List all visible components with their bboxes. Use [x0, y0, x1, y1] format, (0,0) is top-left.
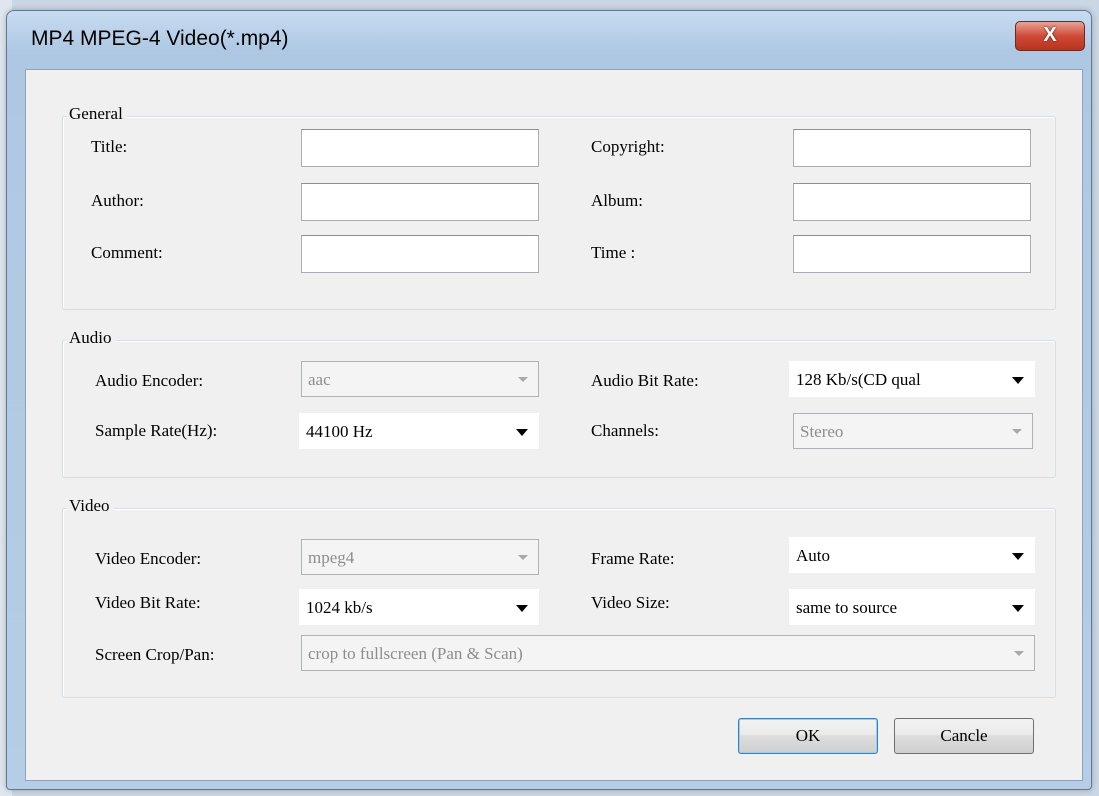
time-field[interactable] — [793, 235, 1031, 273]
audio-group: Audio Audio Encoder: aac Audio Bit Rate:… — [62, 328, 1056, 478]
channels-select[interactable]: Stereo — [793, 413, 1033, 449]
frame-rate-label: Frame Rate: — [591, 549, 675, 568]
copyright-label: Copyright: — [591, 137, 665, 156]
dialog-client-area: General Title: Copyright: Author: Album:… — [25, 69, 1083, 781]
general-group-label: General — [67, 104, 127, 124]
video-encoder-label: Video Encoder: — [95, 549, 202, 568]
close-icon: X — [1043, 24, 1057, 46]
chevron-down-icon — [1012, 553, 1024, 560]
title-label: Title: — [91, 137, 128, 156]
audio-encoder-select[interactable]: aac — [301, 361, 539, 397]
audio-encoder-value: aac — [308, 370, 331, 389]
author-label: Author: — [91, 191, 144, 210]
frame-rate-value: Auto — [796, 546, 830, 565]
screen-crop-label: Screen Crop/Pan: — [95, 645, 215, 664]
frame-rate-select[interactable]: Auto — [789, 537, 1035, 573]
audio-encoder-label: Audio Encoder: — [95, 371, 204, 390]
video-group-label: Video — [67, 496, 114, 516]
album-field[interactable] — [793, 183, 1031, 221]
chevron-down-icon — [516, 429, 528, 436]
comment-label: Comment: — [91, 243, 163, 262]
sample-rate-value: 44100 Hz — [306, 422, 373, 441]
video-size-value: same to source — [796, 598, 898, 617]
window-title: MP4 MPEG-4 Video(*.mp4) — [31, 27, 289, 50]
video-bitrate-value: 1024 kb/s — [306, 598, 373, 617]
general-group: General Title: Copyright: Author: Album:… — [62, 104, 1056, 310]
dialog-window: MP4 MPEG-4 Video(*.mp4) X General Title:… — [6, 10, 1092, 790]
chevron-down-icon — [1012, 377, 1024, 384]
chevron-down-icon — [1012, 605, 1024, 612]
chevron-down-icon — [516, 605, 528, 612]
channels-label: Channels: — [591, 421, 659, 440]
sample-rate-label: Sample Rate(Hz): — [95, 421, 218, 440]
audio-bitrate-value: 128 Kb/s(CD qual — [796, 370, 921, 389]
audio-bitrate-select[interactable]: 128 Kb/s(CD qual — [789, 361, 1035, 397]
audio-group-label: Audio — [67, 328, 116, 348]
video-encoder-value: mpeg4 — [308, 548, 355, 567]
sample-rate-select[interactable]: 44100 Hz — [299, 413, 539, 449]
chevron-down-icon — [518, 377, 528, 382]
video-size-select[interactable]: same to source — [789, 589, 1035, 625]
screen-crop-value: crop to fullscreen (Pan & Scan) — [308, 644, 523, 663]
video-encoder-select[interactable]: mpeg4 — [301, 539, 539, 575]
chevron-down-icon — [1014, 651, 1024, 656]
video-group: Video Video Encoder: mpeg4 Frame Rate: A… — [62, 496, 1056, 698]
ok-button[interactable]: OK — [738, 718, 878, 754]
channels-value: Stereo — [800, 422, 844, 441]
video-bitrate-label: Video Bit Rate: — [95, 593, 201, 612]
time-label: Time : — [591, 243, 636, 262]
audio-bitrate-label: Audio Bit Rate: — [591, 371, 699, 390]
close-button[interactable]: X — [1015, 21, 1085, 51]
author-field[interactable] — [301, 183, 539, 221]
chevron-down-icon — [518, 555, 528, 560]
title-field[interactable] — [301, 129, 539, 167]
cancel-button[interactable]: Cancle — [894, 718, 1034, 754]
screen-crop-select[interactable]: crop to fullscreen (Pan & Scan) — [301, 635, 1035, 671]
video-size-label: Video Size: — [591, 593, 670, 612]
copyright-field[interactable] — [793, 129, 1031, 167]
album-label: Album: — [591, 191, 643, 210]
chevron-down-icon — [1012, 429, 1022, 434]
video-bitrate-select[interactable]: 1024 kb/s — [299, 589, 539, 625]
comment-field[interactable] — [301, 235, 539, 273]
